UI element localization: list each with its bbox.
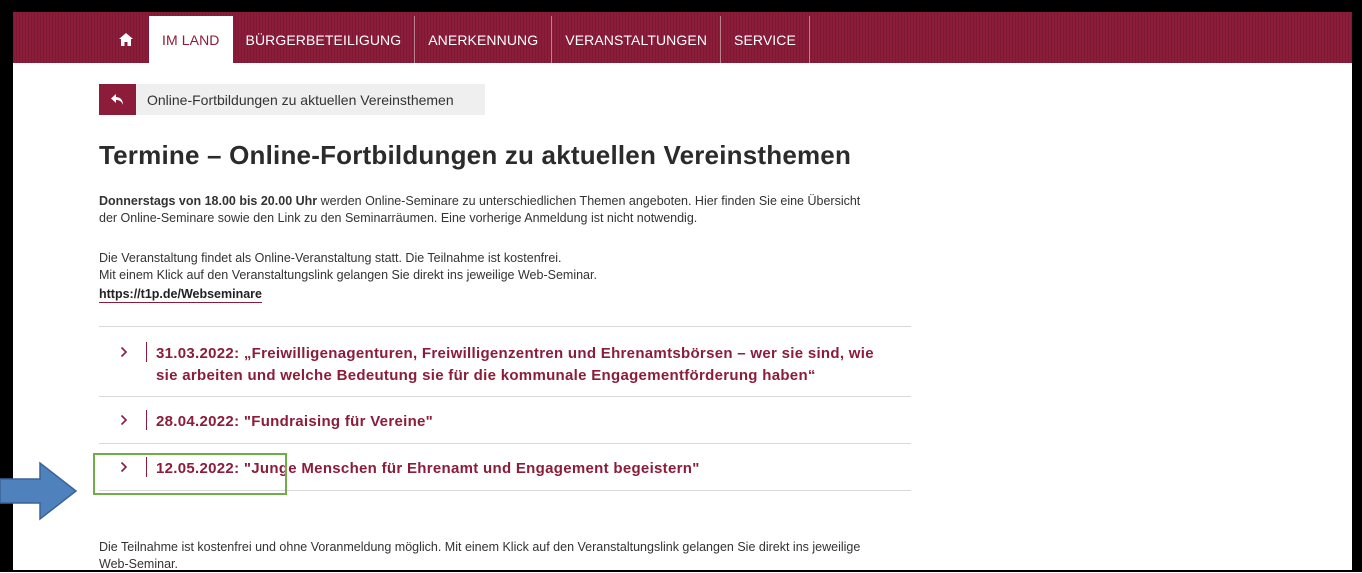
divider [99,443,911,444]
nav-item-veranstaltungen[interactable]: VERANSTALTUNGEN [552,16,722,63]
annotation-highlight-box [93,453,287,495]
screen-frame-top [0,0,1362,12]
nav-item-label: VERANSTALTUNGEN [565,31,708,48]
accordion-separator [146,342,147,362]
info-paragraph: Die Veranstaltung findet als Online-Vera… [99,250,879,284]
footer-paragraph: Die Teilnahme ist kostenfrei und ohne Vo… [99,540,861,571]
divider [99,326,911,327]
home-icon [119,33,133,46]
intro-bold-text: Donnerstags von 18.00 bis 20.00 Uhr [99,194,318,208]
nav-item-im-land[interactable]: IM LAND [149,16,233,63]
divider [99,396,911,397]
event-title: 28.04.2022: "Fundraising für Vereine" [156,413,434,430]
webseminar-link[interactable]: https://t1p.de/Webseminare [99,287,262,303]
nav-item-label: IM LAND [162,31,220,48]
back-button[interactable] [99,84,136,115]
nav-item-label: SERVICE [734,31,796,48]
info-line-1: Die Veranstaltung findet als Online-Vera… [99,251,562,265]
event-accordion-1[interactable]: 31.03.2022: „Freiwilligenagenturen, Frei… [99,342,911,386]
accordion-separator [146,410,147,430]
event-accordion-2[interactable]: 28.04.2022: "Fundraising für Vereine" [99,410,911,432]
annotation-arrow-icon [0,461,78,521]
nav-item-anerkennung[interactable]: ANERKENNUNG [415,16,553,63]
info-line-2: Mit einem Klick auf den Veranstaltungsli… [99,268,597,282]
chevron-right-icon [118,410,130,430]
page-title: Termine – Online-Fortbildungen zu aktuel… [99,140,852,170]
chevron-right-icon [118,342,130,362]
main-navbar: IM LAND BÜRGERBETEILIGUNG ANERKENNUNG VE… [13,12,1352,63]
back-arrow-icon [110,93,123,105]
nav-menu: IM LAND BÜRGERBETEILIGUNG ANERKENNUNG VE… [103,16,810,63]
nav-item-service[interactable]: SERVICE [721,16,810,63]
breadcrumb-label: Online-Fortbildungen zu aktuellen Verein… [147,91,454,108]
nav-home[interactable] [103,16,149,63]
intro-paragraph: Donnerstags von 18.00 bis 20.00 Uhr werd… [99,193,879,227]
nav-item-label: ANERKENNUNG [428,31,539,48]
nav-item-buergerbeteiligung[interactable]: BÜRGERBETEILIGUNG [233,16,416,63]
screen-frame-right [1352,0,1362,572]
event-title: 31.03.2022: „Freiwilligenagenturen, Frei… [156,345,874,384]
nav-item-label: BÜRGERBETEILIGUNG [245,31,402,48]
breadcrumb[interactable]: Online-Fortbildungen zu aktuellen Verein… [136,84,485,115]
